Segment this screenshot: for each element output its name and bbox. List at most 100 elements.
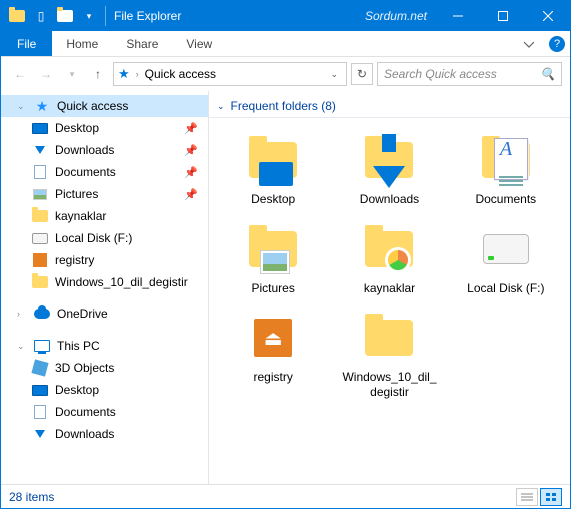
grid-item-local-disk[interactable]: Local Disk (F:) [450, 217, 562, 300]
sidebar-label: Documents [55, 405, 208, 419]
maximize-button[interactable] [480, 1, 525, 31]
folder-downloads-icon [361, 132, 417, 188]
item-count: 28 items [9, 490, 54, 504]
download-icon [31, 141, 49, 159]
registry-icon [31, 251, 49, 269]
folder-icon [31, 207, 49, 225]
folder-documents-icon: A [478, 132, 534, 188]
sidebar: ⌄ ★ Quick access Desktop 📌 Downloads 📌 D… [1, 91, 209, 484]
grid-item-label: Pictures [251, 281, 294, 296]
caret-icon[interactable]: ⌄ [17, 341, 27, 352]
grid-item-registry[interactable]: ⏏ registry [217, 306, 329, 404]
search-input[interactable]: Search Quick access 🔍 [377, 62, 562, 86]
help-button[interactable]: ? [544, 31, 570, 56]
app-icon [7, 6, 27, 26]
sidebar-item-documents-pc[interactable]: Documents [1, 401, 208, 423]
sidebar-item-3d-objects[interactable]: 3D Objects [1, 357, 208, 379]
sidebar-item-pictures[interactable]: Pictures 📌 [1, 183, 208, 205]
close-button[interactable] [525, 1, 570, 31]
sidebar-item-documents[interactable]: Documents 📌 [1, 161, 208, 183]
sidebar-item-win10dil[interactable]: Windows_10_dil_degistir [1, 271, 208, 293]
grid-item-label: registry [253, 370, 292, 385]
qat-properties-icon[interactable]: ▯ [31, 6, 51, 26]
sidebar-item-kaynaklar[interactable]: kaynaklar [1, 205, 208, 227]
sidebar-label: OneDrive [57, 307, 208, 321]
sidebar-item-onedrive[interactable]: › OneDrive [1, 303, 208, 325]
icons-view-button[interactable] [540, 488, 562, 506]
caret-icon[interactable]: › [17, 309, 27, 319]
sidebar-item-downloads[interactable]: Downloads 📌 [1, 139, 208, 161]
main: ⌄ ★ Quick access Desktop 📌 Downloads 📌 D… [1, 91, 570, 484]
address-dropdown-icon[interactable]: ⌄ [326, 69, 342, 80]
sidebar-label: registry [55, 253, 208, 267]
watermark: Sordum.net [181, 9, 435, 23]
sidebar-label: Downloads [55, 427, 208, 441]
sidebar-label: Downloads [55, 143, 178, 157]
grid-item-win10dil[interactable]: Windows_10_dil_degistir [333, 306, 445, 404]
titlebar-divider [105, 6, 106, 26]
up-button[interactable]: ↑ [87, 63, 109, 85]
sidebar-label: 3D Objects [55, 361, 208, 375]
sidebar-item-registry[interactable]: registry [1, 249, 208, 271]
pin-icon: 📌 [184, 188, 198, 201]
grid-item-label: kaynaklar [364, 281, 415, 296]
group-header[interactable]: ⌄ Frequent folders (8) [209, 91, 570, 118]
grid-item-kaynaklar[interactable]: kaynaklar [333, 217, 445, 300]
sidebar-label: Windows_10_dil_degistir [55, 275, 208, 289]
search-icon[interactable]: 🔍 [540, 67, 555, 81]
qat-newfolder-icon[interactable] [55, 6, 75, 26]
sidebar-label: kaynaklar [55, 209, 208, 223]
back-button[interactable]: ← [9, 63, 31, 85]
titlebar: ▯ ▾ File Explorer Sordum.net [1, 1, 570, 31]
recent-dropdown[interactable]: ▾ [61, 63, 83, 85]
sidebar-label: Pictures [55, 187, 178, 201]
grid-item-documents[interactable]: A Documents [450, 128, 562, 211]
refresh-button[interactable]: ↻ [351, 63, 373, 85]
document-icon [31, 163, 49, 181]
folder-icon [361, 310, 417, 366]
sidebar-item-desktop-pc[interactable]: Desktop [1, 379, 208, 401]
grid-item-label: Local Disk (F:) [467, 281, 544, 296]
grid-item-label: Windows_10_dil_degistir [339, 370, 439, 400]
breadcrumb-sep-icon: › [136, 69, 139, 79]
star-icon: ★ [33, 97, 51, 115]
pc-icon [33, 337, 51, 355]
items-grid: Desktop Downloads A Documents Pictures k… [209, 124, 570, 408]
sidebar-label: Desktop [55, 121, 178, 135]
download-icon [31, 425, 49, 443]
monitor-icon [31, 119, 49, 137]
grid-item-pictures[interactable]: Pictures [217, 217, 329, 300]
breadcrumb[interactable]: Quick access [145, 67, 216, 81]
folder-icon [31, 273, 49, 291]
qat-dropdown-icon[interactable]: ▾ [79, 6, 99, 26]
tab-home[interactable]: Home [52, 31, 112, 56]
grid-item-desktop[interactable]: Desktop [217, 128, 329, 211]
sidebar-item-this-pc[interactable]: ⌄ This PC [1, 335, 208, 357]
sidebar-label: Quick access [57, 99, 208, 113]
folder-pictures-icon [245, 221, 301, 277]
disk-icon [478, 221, 534, 277]
forward-button[interactable]: → [35, 63, 57, 85]
sidebar-item-local-disk[interactable]: Local Disk (F:) [1, 227, 208, 249]
expand-ribbon-button[interactable] [514, 31, 544, 56]
caret-icon[interactable]: ⌄ [17, 101, 27, 112]
chevron-down-icon: ⌄ [217, 101, 225, 112]
sidebar-item-desktop[interactable]: Desktop 📌 [1, 117, 208, 139]
group-header-label: Frequent folders (8) [231, 99, 336, 113]
details-view-button[interactable] [516, 488, 538, 506]
sidebar-item-quick-access[interactable]: ⌄ ★ Quick access [1, 95, 208, 117]
tab-view[interactable]: View [172, 31, 226, 56]
tab-share[interactable]: Share [112, 31, 172, 56]
address-bar[interactable]: ★ › Quick access ⌄ [113, 62, 347, 86]
monitor-icon [31, 381, 49, 399]
statusbar: 28 items [1, 484, 570, 508]
grid-item-label: Downloads [360, 192, 419, 207]
grid-item-downloads[interactable]: Downloads [333, 128, 445, 211]
minimize-button[interactable] [435, 1, 480, 31]
file-tab[interactable]: File [1, 31, 52, 56]
registry-icon: ⏏ [245, 310, 301, 366]
cloud-icon [33, 305, 51, 323]
cube-icon [31, 359, 49, 377]
sidebar-item-downloads-pc[interactable]: Downloads [1, 423, 208, 445]
sidebar-label: Desktop [55, 383, 208, 397]
